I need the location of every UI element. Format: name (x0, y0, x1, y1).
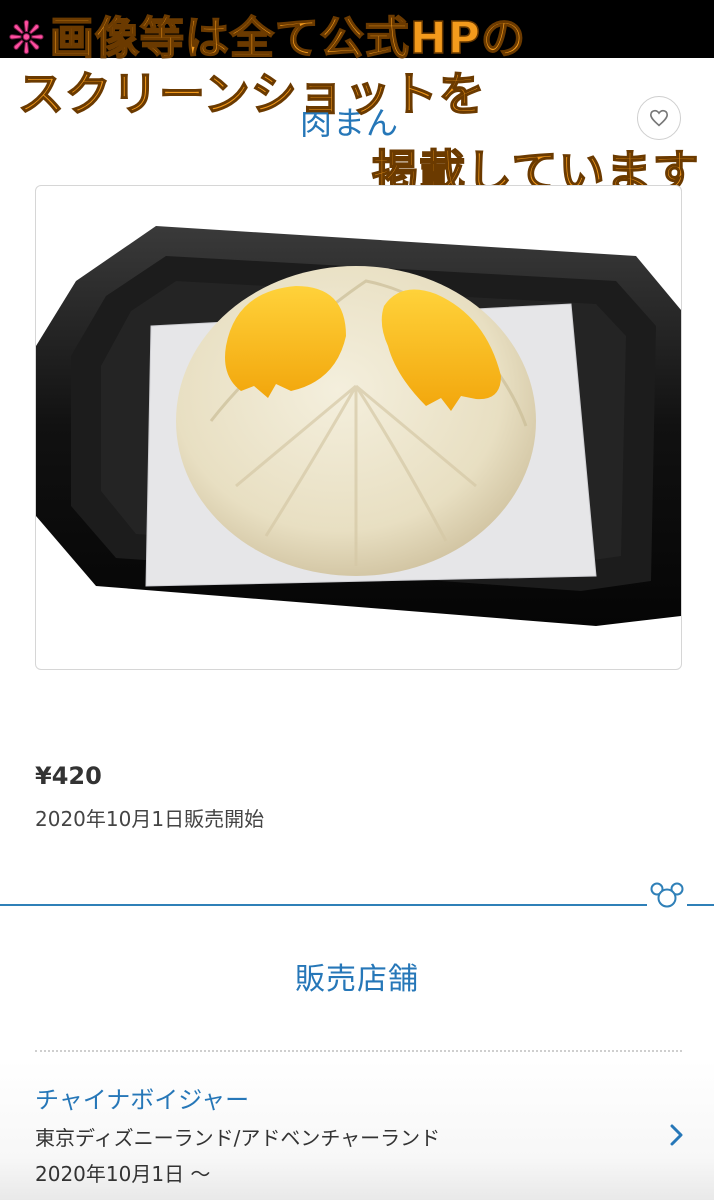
overlay-caption-text1: 画像等は全て公式HPの (49, 12, 526, 65)
product-detail-page: ❊画像等は全て公式HPの 肉まん スクリーンショットを 掲載しています ¥420… (0, 0, 714, 1200)
shop-name[interactable]: チャイナボイジャー (35, 1080, 249, 1115)
favorite-button[interactable] (637, 96, 681, 140)
release-date: 2020年10月1日販売開始 (35, 807, 265, 831)
overlay-mark: ❊ (8, 13, 46, 65)
shop-area: 東京ディズニーランド/アドベンチャーランド (35, 1126, 441, 1150)
shop-start-date: 2020年10月1日 〜 (35, 1162, 211, 1186)
product-image (35, 185, 682, 670)
overlay-caption-line2: スクリーンショットを (17, 66, 486, 122)
nikuman-photo (36, 226, 681, 626)
chevron-right-icon[interactable] (666, 1122, 688, 1148)
mickey-icon (647, 880, 687, 910)
overlay-caption-line1: ❊画像等は全て公式HPの (8, 2, 526, 66)
heart-icon (649, 109, 669, 127)
section-divider (0, 904, 714, 906)
section-title-shops: 販売店舗 (295, 962, 419, 997)
dotted-divider (35, 1050, 682, 1052)
price: ¥420 (35, 762, 102, 790)
